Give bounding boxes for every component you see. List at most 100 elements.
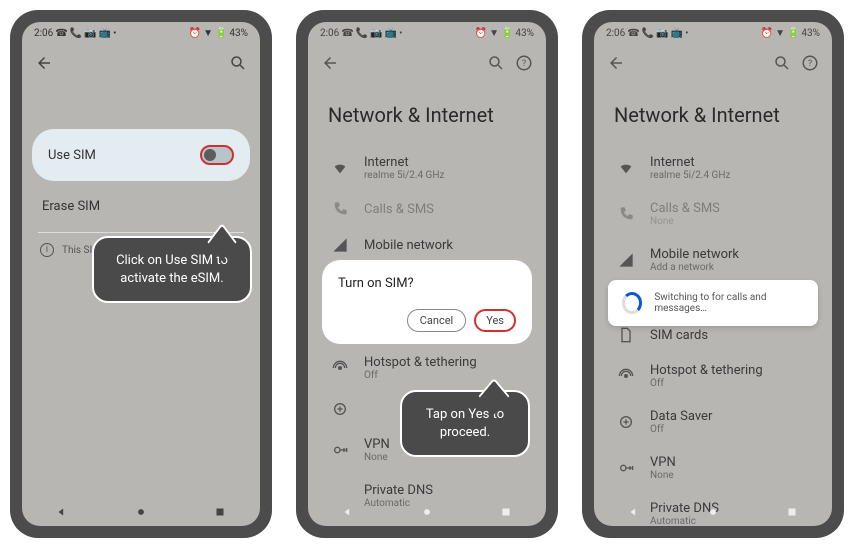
dialog-turn-on-sim: Turn on SIM? Cancel Yes <box>322 260 532 344</box>
screen-3: 2:06 ☎ 📞 📷 📺 • ⏰ ▼ 🔋 43% <box>594 22 832 526</box>
help-icon[interactable]: ? <box>800 53 820 73</box>
battery-text: 43% <box>801 28 820 39</box>
callout-use-sim: Click on Use SIM to activate the eSIM. <box>92 236 252 303</box>
row-label: Calls & SMS <box>364 202 528 217</box>
dot-icon: • <box>685 28 688 39</box>
toolbar <box>22 45 260 81</box>
spinner-icon <box>622 292 642 314</box>
nav-bar <box>22 498 260 526</box>
dialog-title: Turn on SIM? <box>338 276 516 291</box>
phone-icon: ☎ <box>341 28 353 39</box>
search-icon[interactable] <box>772 53 792 73</box>
wifi-icon: ▼ <box>489 28 499 39</box>
search-icon[interactable] <box>228 53 248 73</box>
search-icon[interactable] <box>486 53 506 73</box>
row-hotspot[interactable]: Hotspot & tetheringOff <box>594 353 832 399</box>
tv-icon: 📺 <box>99 28 111 39</box>
row-mobile-network[interactable]: Mobile network <box>308 227 546 263</box>
hotspot-icon <box>612 368 640 384</box>
row-sub: None <box>650 216 814 227</box>
row-sub: None <box>650 470 814 481</box>
battery-text: 43% <box>515 28 534 39</box>
phone-icon: ☎ <box>55 28 67 39</box>
phone-icon <box>326 201 354 217</box>
wifi-icon <box>326 160 354 176</box>
row-calls-sms[interactable]: Calls & SMSNone <box>594 191 832 237</box>
nav-bar <box>308 498 546 526</box>
status-time: 2:06 <box>606 28 625 39</box>
nav-home-icon[interactable] <box>134 505 148 519</box>
erase-sim-row[interactable]: Erase SIM <box>22 181 260 232</box>
use-sim-toggle[interactable] <box>200 145 234 165</box>
row-hotspot[interactable]: Hotspot & tetheringOff <box>308 345 546 391</box>
nav-bar <box>594 498 832 526</box>
screen-2: 2:06 ☎ 📞 📷 📺 • ⏰ ▼ 🔋 43% <box>308 22 546 526</box>
row-calls-sms[interactable]: Calls & SMS <box>308 191 546 227</box>
page-title: Network & Internet <box>308 81 546 145</box>
use-sim-row[interactable]: Use SIM <box>32 129 250 181</box>
dot-icon: • <box>399 28 402 39</box>
back-icon[interactable] <box>34 53 54 73</box>
row-data-saver[interactable]: Data SaverOff <box>594 399 832 445</box>
info-icon: i <box>40 243 54 257</box>
nav-recent-icon[interactable] <box>213 505 227 519</box>
row-internet[interactable]: Internetrealme 5i/2.4 GHz <box>308 145 546 191</box>
help-icon[interactable]: ? <box>514 53 534 73</box>
row-sub: realme 5i/2.4 GHz <box>364 170 528 181</box>
phone-icon: ☎ <box>627 28 639 39</box>
battery-icon: 🔋 <box>501 28 513 39</box>
camera-icon: 📷 <box>656 28 668 39</box>
toast-switching: Switching to for calls and messages… <box>608 280 818 326</box>
phone-frame-3: 2:06 ☎ 📞 📷 📺 • ⏰ ▼ 🔋 43% <box>582 10 844 538</box>
wifi-icon: ▼ <box>203 28 213 39</box>
row-label: Internet <box>364 155 528 170</box>
whatsapp-icon: 📞 <box>356 28 368 39</box>
nav-back-icon[interactable] <box>55 505 69 519</box>
status-bar: 2:06 ☎ 📞 📷 📺 • ⏰ ▼ 🔋 43% <box>308 22 546 45</box>
battery-icon: 🔋 <box>215 28 227 39</box>
alarm-icon: ⏰ <box>475 28 487 39</box>
vpn-icon <box>326 442 354 458</box>
datasaver-icon <box>612 414 640 430</box>
nav-home-icon[interactable] <box>706 505 720 519</box>
sim-icon <box>612 327 640 343</box>
yes-button[interactable]: Yes <box>474 309 516 332</box>
svg-text:?: ? <box>522 59 526 69</box>
row-label: Data Saver <box>650 409 814 424</box>
signal-icon <box>612 252 640 268</box>
nav-home-icon[interactable] <box>420 505 434 519</box>
row-internet[interactable]: Internetrealme 5i/2.4 GHz <box>594 145 832 191</box>
row-mobile-network[interactable]: Mobile networkAdd a network <box>594 237 832 283</box>
camera-icon: 📷 <box>84 28 96 39</box>
cancel-button[interactable]: Cancel <box>407 309 466 332</box>
nav-back-icon[interactable] <box>341 505 355 519</box>
row-sub: Add a network <box>650 262 814 273</box>
row-label: Mobile network <box>650 247 814 262</box>
back-icon[interactable] <box>606 53 626 73</box>
status-bar: 2:06 ☎ 📞 📷 📺 • ⏰ ▼ 🔋 43% <box>22 22 260 45</box>
whatsapp-icon: 📞 <box>642 28 654 39</box>
row-vpn[interactable]: VPNNone <box>594 445 832 491</box>
battery-text: 43% <box>229 28 248 39</box>
page-title: Network & Internet <box>594 81 832 145</box>
use-sim-label: Use SIM <box>48 148 200 163</box>
status-bar: 2:06 ☎ 📞 📷 📺 • ⏰ ▼ 🔋 43% <box>594 22 832 45</box>
row-label: Hotspot & tethering <box>650 363 814 378</box>
nav-recent-icon[interactable] <box>499 505 513 519</box>
phone-frame-2: 2:06 ☎ 📞 📷 📺 • ⏰ ▼ 🔋 43% <box>296 10 558 538</box>
wifi-icon <box>612 160 640 176</box>
status-time: 2:06 <box>320 28 339 39</box>
nav-back-icon[interactable] <box>627 505 641 519</box>
phone-frame-1: 2:06 ☎ 📞 📷 📺 • ⏰ ▼ 🔋 43% <box>10 10 272 538</box>
whatsapp-icon: 📞 <box>70 28 82 39</box>
row-label: Private DNS <box>364 483 528 498</box>
row-sub: realme 5i/2.4 GHz <box>650 170 814 181</box>
nav-recent-icon[interactable] <box>785 505 799 519</box>
datasaver-icon <box>326 401 354 417</box>
row-label: Calls & SMS <box>650 201 814 216</box>
row-label: Internet <box>650 155 814 170</box>
alarm-icon: ⏰ <box>189 28 201 39</box>
row-label: VPN <box>650 455 814 470</box>
vpn-icon <box>612 460 640 476</box>
back-icon[interactable] <box>320 53 340 73</box>
